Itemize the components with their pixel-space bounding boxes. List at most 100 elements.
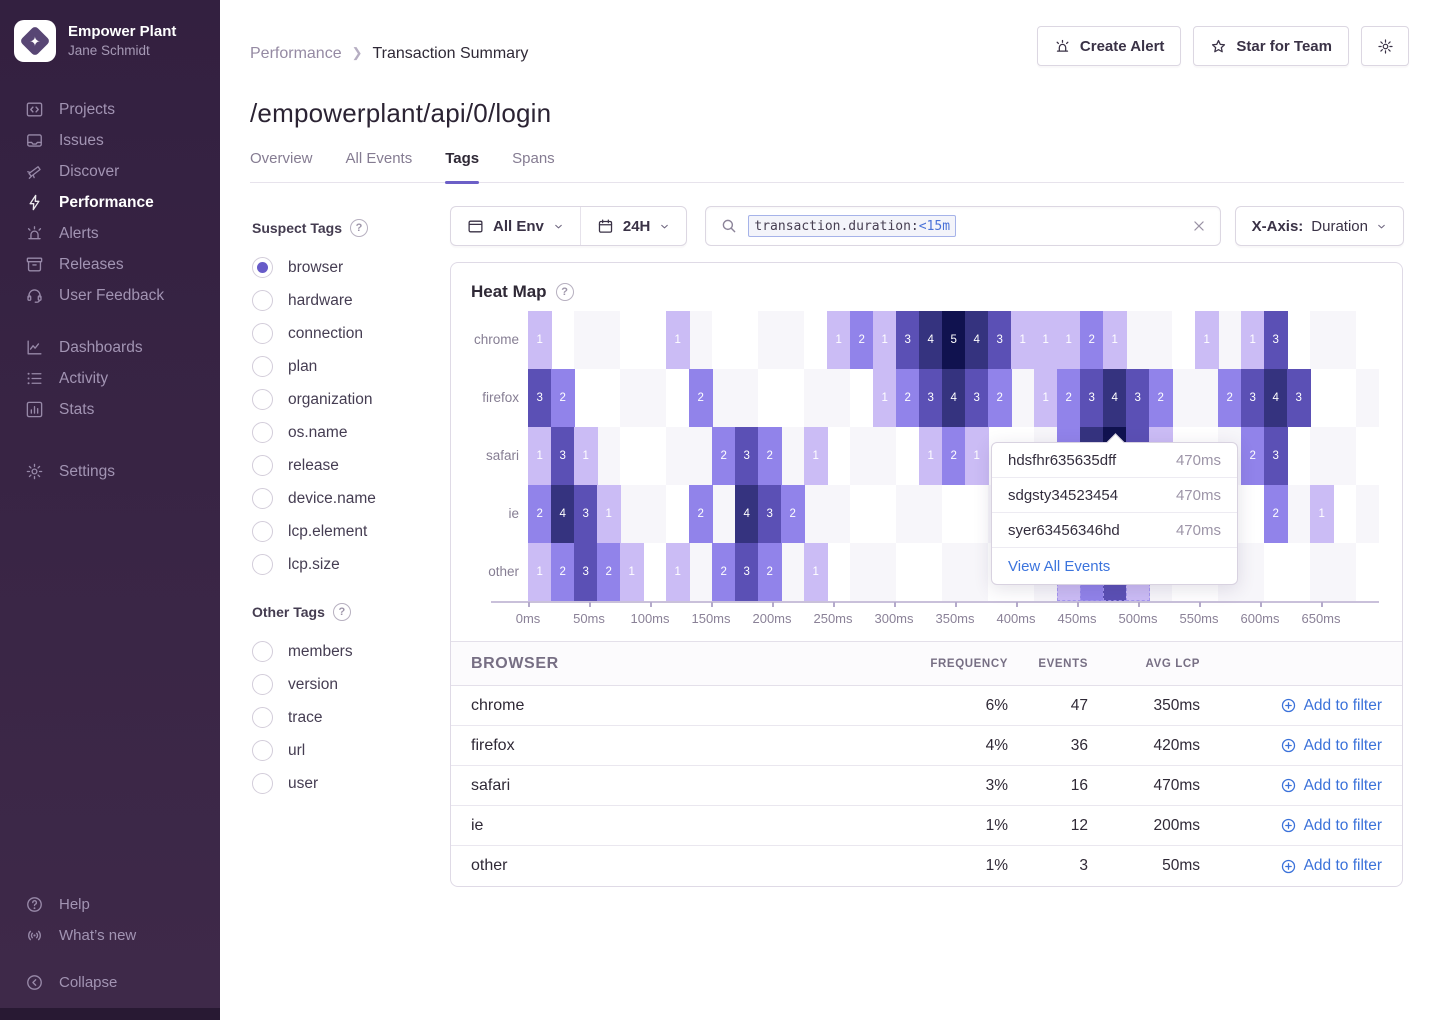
- tooltip-event-row[interactable]: hdsfhr635635dff470ms: [992, 443, 1237, 478]
- sidebar-item-issues[interactable]: Issues: [0, 125, 220, 156]
- heatmap-cell[interactable]: 1: [528, 311, 552, 369]
- heatmap-cell[interactable]: 2: [1057, 369, 1081, 427]
- search-token[interactable]: transaction.duration:<15m: [748, 215, 956, 237]
- radio-button[interactable]: [252, 422, 273, 443]
- star-for-team-button[interactable]: Star for Team: [1193, 26, 1349, 66]
- heatmap-cell[interactable]: 2: [1241, 427, 1265, 485]
- heatmap-cell[interactable]: 4: [735, 485, 759, 543]
- environment-selector[interactable]: All Env: [451, 207, 580, 245]
- heatmap-cell[interactable]: 3: [1126, 369, 1150, 427]
- heatmap-cell[interactable]: 3: [1264, 311, 1288, 369]
- tag-option-connection[interactable]: connection: [252, 317, 432, 350]
- sidebar-item-settings[interactable]: Settings: [0, 456, 220, 487]
- heatmap-cell[interactable]: 1: [919, 427, 943, 485]
- radio-button[interactable]: [252, 554, 273, 575]
- sidebar-item-releases[interactable]: Releases: [0, 249, 220, 280]
- radio-button[interactable]: [252, 641, 273, 662]
- tag-option-os-name[interactable]: os.name: [252, 416, 432, 449]
- sidebar-item-collapse[interactable]: Collapse: [0, 967, 220, 998]
- create-alert-button[interactable]: Create Alert: [1037, 26, 1181, 66]
- tag-option-device-name[interactable]: device.name: [252, 482, 432, 515]
- help-circle-icon[interactable]: ?: [350, 219, 368, 237]
- heatmap-cell[interactable]: 1: [1011, 311, 1035, 369]
- heatmap-cell[interactable]: 1: [1310, 485, 1334, 543]
- search-input[interactable]: transaction.duration:<15m: [705, 206, 1220, 246]
- heatmap-cell[interactable]: 4: [965, 311, 989, 369]
- tag-option-version[interactable]: version: [252, 668, 432, 701]
- heatmap-cell[interactable]: 2: [942, 427, 966, 485]
- sidebar-item-help[interactable]: Help: [0, 889, 220, 920]
- sidebar-item-projects[interactable]: Projects: [0, 94, 220, 125]
- heatmap-cell[interactable]: 1: [804, 427, 828, 485]
- heatmap-cell[interactable]: 2: [1264, 485, 1288, 543]
- heatmap-cell[interactable]: 1: [873, 369, 897, 427]
- tab-spans[interactable]: Spans: [512, 150, 555, 182]
- heatmap-cell[interactable]: 3: [1287, 369, 1311, 427]
- heatmap-cell[interactable]: 1: [1057, 311, 1081, 369]
- heatmap-cell[interactable]: 2: [551, 369, 575, 427]
- heatmap-cell[interactable]: 2: [689, 369, 713, 427]
- radio-button[interactable]: [252, 290, 273, 311]
- heatmap-cell[interactable]: 2: [1080, 311, 1104, 369]
- heatmap-cell[interactable]: 3: [528, 369, 552, 427]
- heatmap-cell[interactable]: 4: [551, 485, 575, 543]
- heatmap-cell[interactable]: 3: [1241, 369, 1265, 427]
- heatmap-cell[interactable]: 3: [896, 311, 920, 369]
- add-to-filter-button[interactable]: Add to filter: [1280, 697, 1382, 715]
- heatmap-cell[interactable]: 3: [551, 427, 575, 485]
- sidebar-item-activity[interactable]: Activity: [0, 363, 220, 394]
- heatmap-cell[interactable]: 3: [919, 369, 943, 427]
- heatmap-cell[interactable]: 2: [1218, 369, 1242, 427]
- date-range-selector[interactable]: 24H: [580, 207, 687, 245]
- heatmap-cell[interactable]: 2: [551, 543, 575, 601]
- clear-search-icon[interactable]: [1192, 219, 1206, 233]
- heatmap-cell[interactable]: 3: [758, 485, 782, 543]
- help-circle-icon[interactable]: ?: [333, 603, 351, 621]
- add-to-filter-button[interactable]: Add to filter: [1280, 737, 1382, 755]
- heatmap-cell[interactable]: 4: [942, 369, 966, 427]
- tag-option-hardware[interactable]: hardware: [252, 284, 432, 317]
- radio-button[interactable]: [252, 488, 273, 509]
- heatmap-cell[interactable]: 2: [896, 369, 920, 427]
- heatmap-cell[interactable]: 1: [1034, 369, 1058, 427]
- tag-option-members[interactable]: members: [252, 635, 432, 668]
- heatmap-cell[interactable]: 1: [827, 311, 851, 369]
- help-circle-icon[interactable]: ?: [556, 283, 574, 301]
- heatmap-cell[interactable]: 2: [597, 543, 621, 601]
- heatmap-cell[interactable]: 1: [1034, 311, 1058, 369]
- heatmap-cell[interactable]: 3: [735, 427, 759, 485]
- heatmap-cell[interactable]: 1: [965, 427, 989, 485]
- heatmap-cell[interactable]: 3: [574, 485, 598, 543]
- xaxis-selector[interactable]: X-Axis: Duration: [1235, 206, 1404, 246]
- heatmap-cell[interactable]: 5: [942, 311, 966, 369]
- heatmap-cell[interactable]: 2: [758, 543, 782, 601]
- heatmap-cell[interactable]: 1: [528, 543, 552, 601]
- heatmap-cell[interactable]: 1: [873, 311, 897, 369]
- sidebar-item-user-feedback[interactable]: User Feedback: [0, 280, 220, 311]
- heatmap-cell[interactable]: 4: [1103, 369, 1127, 427]
- radio-button[interactable]: [252, 707, 273, 728]
- sidebar-item-performance[interactable]: Performance: [0, 187, 220, 218]
- add-to-filter-button[interactable]: Add to filter: [1280, 817, 1382, 835]
- heatmap-cell[interactable]: 2: [781, 485, 805, 543]
- tag-option-organization[interactable]: organization: [252, 383, 432, 416]
- heatmap-cell[interactable]: 2: [850, 311, 874, 369]
- heatmap-cell[interactable]: 1: [1241, 311, 1265, 369]
- radio-button[interactable]: [252, 455, 273, 476]
- breadcrumb-performance[interactable]: Performance: [250, 45, 342, 63]
- tag-option-release[interactable]: release: [252, 449, 432, 482]
- radio-button[interactable]: [252, 257, 273, 278]
- heatmap-cell[interactable]: 3: [988, 311, 1012, 369]
- heatmap-cell[interactable]: 3: [574, 543, 598, 601]
- heatmap-cell[interactable]: 1: [666, 543, 690, 601]
- heatmap-cell[interactable]: 1: [1195, 311, 1219, 369]
- tag-option-lcp-size[interactable]: lcp.size: [252, 548, 432, 581]
- heatmap-cell[interactable]: 1: [620, 543, 644, 601]
- heatmap-cell[interactable]: 2: [689, 485, 713, 543]
- heatmap-cell[interactable]: 2: [988, 369, 1012, 427]
- tag-option-browser[interactable]: browser: [252, 251, 432, 284]
- settings-gear-button[interactable]: [1361, 26, 1409, 66]
- heatmap-cell[interactable]: 2: [712, 427, 736, 485]
- heatmap-cell[interactable]: 2: [758, 427, 782, 485]
- tag-option-plan[interactable]: plan: [252, 350, 432, 383]
